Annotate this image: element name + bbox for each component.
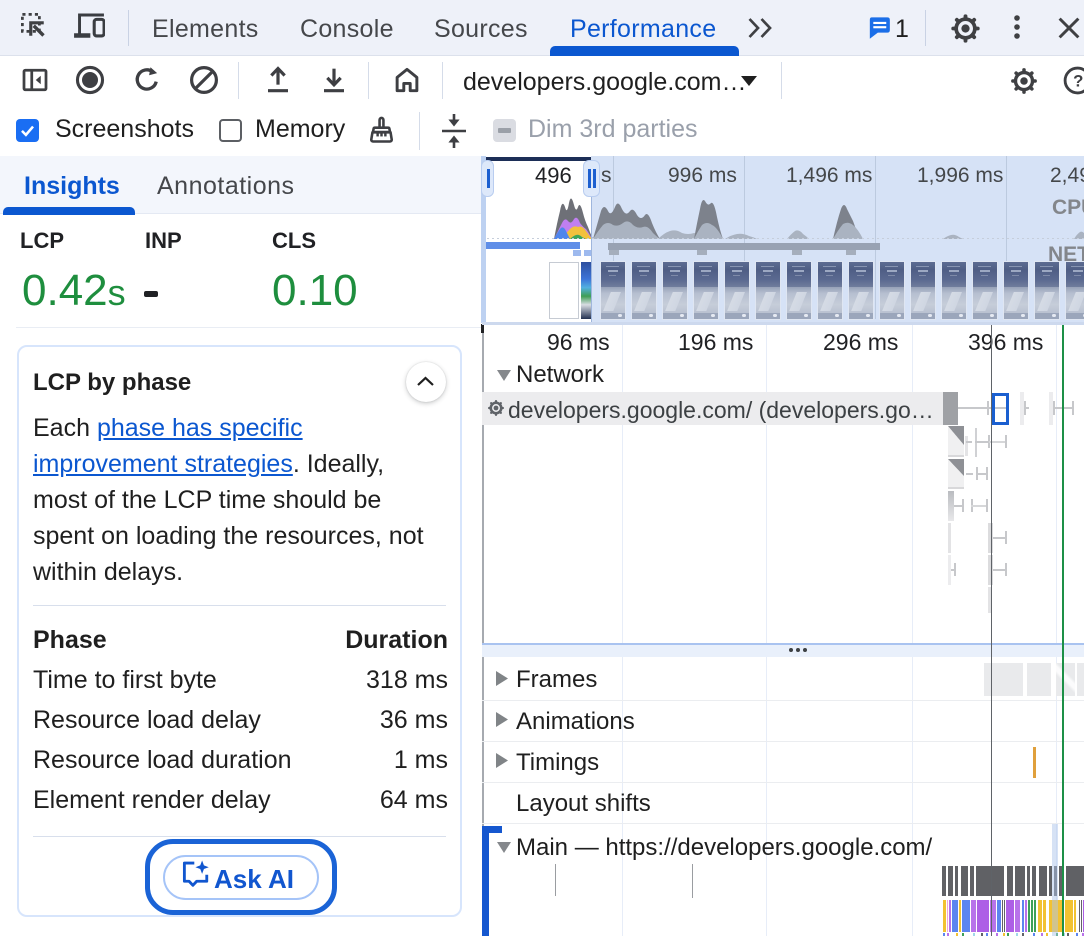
svg-text:?: ? — [1073, 71, 1083, 90]
